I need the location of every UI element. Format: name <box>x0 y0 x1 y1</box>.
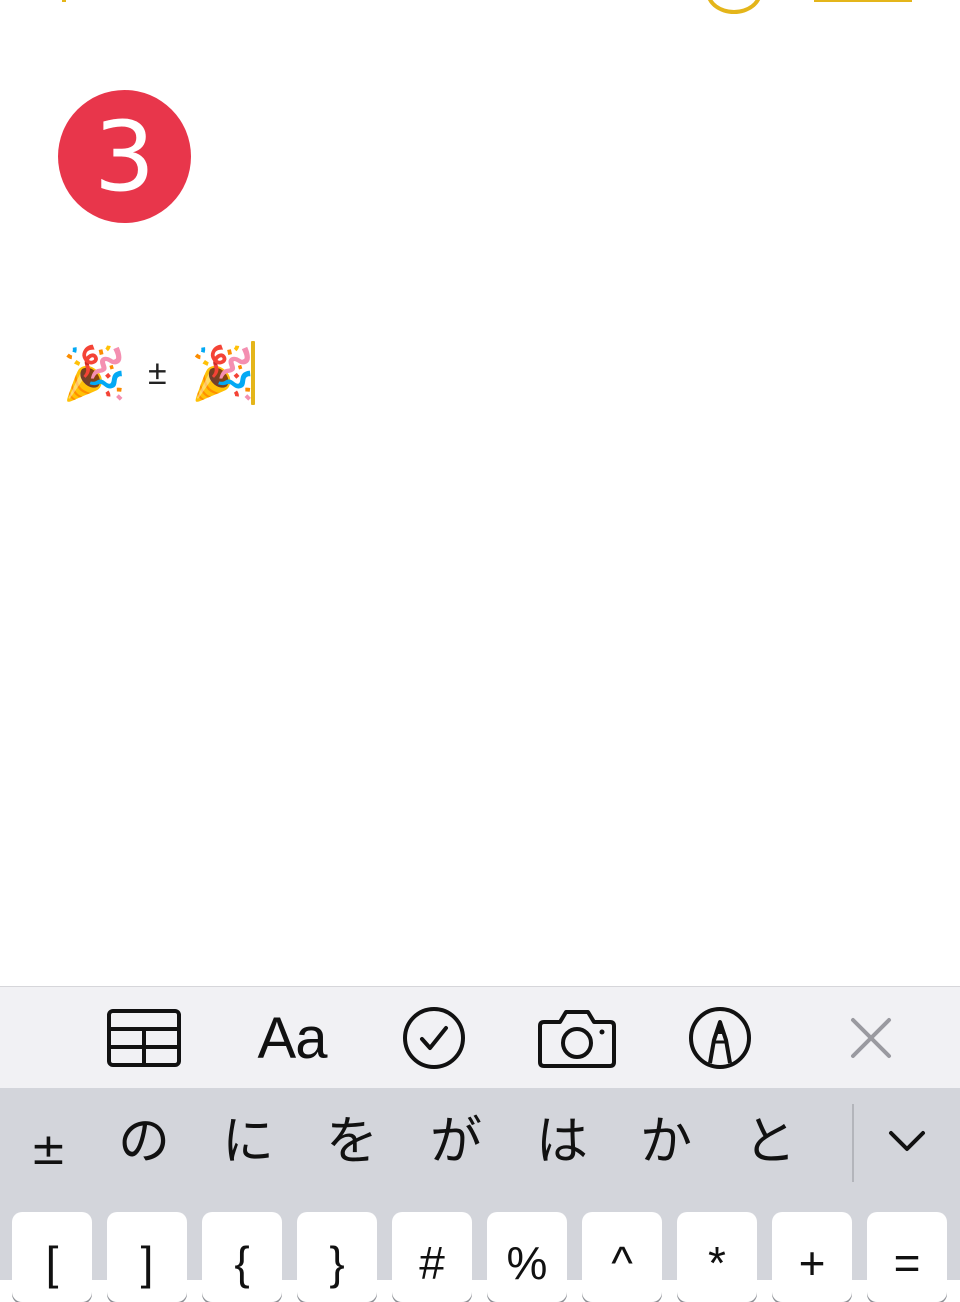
candidate-divider <box>852 1104 854 1182</box>
candidate-5[interactable]: は <box>536 1116 588 1168</box>
candidate-4[interactable]: が <box>430 1116 482 1168</box>
key-bracket-open[interactable]: [ <box>12 1212 92 1302</box>
party-popper-emoji-right: 🎉 <box>190 343 256 404</box>
candidate-6[interactable]: か <box>640 1116 692 1168</box>
close-icon[interactable] <box>842 987 900 1089</box>
note-text-line[interactable]: 🎉 ± 🎉 <box>62 338 255 408</box>
key-brace-open[interactable]: { <box>202 1212 282 1302</box>
candidate-7[interactable]: と <box>744 1116 796 1168</box>
key-percent[interactable]: % <box>487 1212 567 1302</box>
checklist-icon[interactable] <box>398 987 470 1089</box>
back-chevron-icon[interactable] <box>52 0 66 2</box>
key-asterisk[interactable]: * <box>677 1212 757 1302</box>
key-plus[interactable]: + <box>772 1212 852 1302</box>
candidate-2[interactable]: に <box>222 1116 274 1168</box>
more-options-icon[interactable] <box>706 0 762 14</box>
plus-minus-symbol: ± <box>148 353 167 392</box>
key-brace-close[interactable]: } <box>297 1212 377 1302</box>
key-bracket-close[interactable]: ] <box>107 1212 187 1302</box>
table-icon[interactable] <box>104 987 184 1089</box>
markup-pen-icon[interactable] <box>684 987 756 1089</box>
candidate-1[interactable]: の <box>118 1116 170 1168</box>
text-caret <box>250 341 255 405</box>
format-text-label: Aa <box>257 1005 328 1071</box>
key-hash[interactable]: # <box>392 1212 472 1302</box>
done-button[interactable] <box>814 0 912 2</box>
camera-icon[interactable] <box>534 987 620 1089</box>
chevron-down-icon[interactable] <box>884 1126 930 1156</box>
candidate-3[interactable]: を <box>326 1116 378 1168</box>
step-number: 3 <box>93 100 156 213</box>
step-number-badge: 3 <box>58 90 191 223</box>
party-popper-emoji-left: 🎉 <box>62 343 127 404</box>
key-caret[interactable]: ^ <box>582 1212 662 1302</box>
key-equals[interactable]: = <box>867 1212 947 1302</box>
note-editor[interactable]: 3 🎉 ± 🎉 <box>0 0 960 986</box>
format-text-icon[interactable]: Aa <box>250 987 334 1089</box>
format-toolbar: Aa <box>0 986 960 1088</box>
candidate-0[interactable]: ± <box>30 1128 67 1172</box>
